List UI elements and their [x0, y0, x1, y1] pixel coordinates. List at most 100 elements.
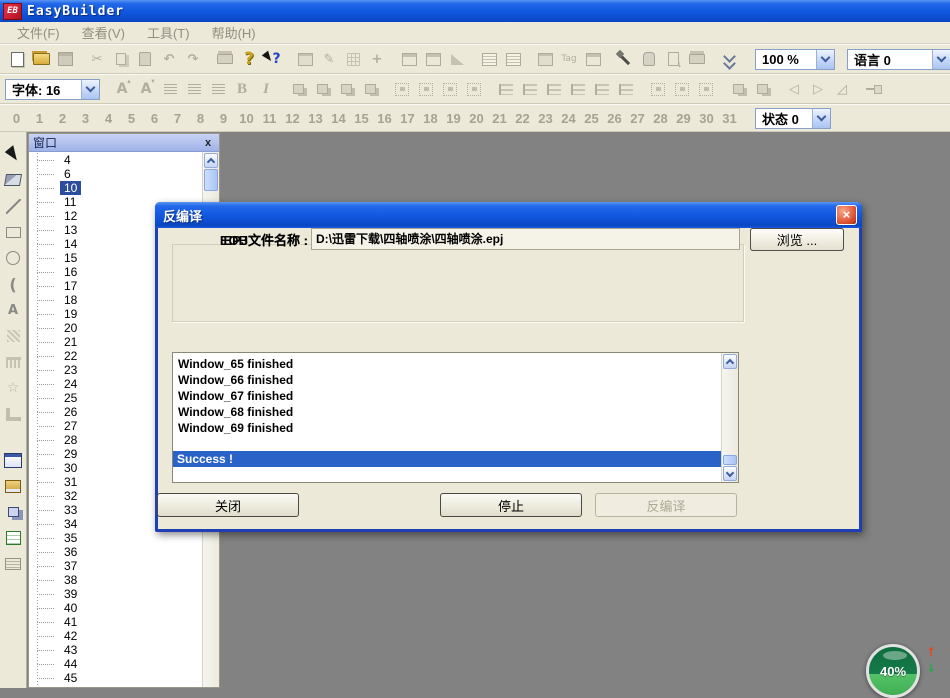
separator[interactable]	[525, 48, 533, 70]
redo-icon[interactable]: ↷	[181, 48, 205, 70]
pin-icon[interactable]	[862, 78, 886, 100]
panel-close-icon[interactable]: x	[201, 137, 215, 149]
rotate-icon[interactable]: ◿	[830, 78, 854, 100]
state-number[interactable]: 7	[166, 111, 189, 126]
state-number[interactable]: 17	[396, 111, 419, 126]
arc-tool[interactable]: (	[3, 274, 24, 294]
menu-tools[interactable]: 工具(T)	[136, 22, 201, 43]
log-scrollbar[interactable]	[721, 353, 738, 482]
font-combo-arrow[interactable]	[81, 80, 99, 99]
cut-icon[interactable]: ✂	[85, 48, 109, 70]
state-number[interactable]: 8	[189, 111, 212, 126]
bold-icon[interactable]: B	[230, 78, 254, 100]
pen-icon[interactable]: ✎	[317, 48, 341, 70]
group-icon[interactable]	[726, 78, 750, 100]
send-backward-icon[interactable]	[358, 78, 382, 100]
nudge-up-icon[interactable]	[390, 78, 414, 100]
scrollbar-thumb[interactable]	[204, 169, 218, 191]
same-width-icon[interactable]	[646, 78, 670, 100]
state-number[interactable]: 25	[580, 111, 603, 126]
window-list-item[interactable]: 42	[29, 629, 202, 643]
separator[interactable]	[774, 78, 782, 100]
separator[interactable]	[389, 48, 397, 70]
grid-icon[interactable]	[341, 48, 365, 70]
copy-icon[interactable]	[109, 48, 133, 70]
context-help-icon[interactable]: ?	[261, 48, 285, 70]
separator[interactable]	[605, 48, 613, 70]
scroll-up-icon[interactable]	[204, 153, 218, 168]
corner-tool[interactable]	[3, 404, 24, 424]
export-tool[interactable]	[3, 554, 24, 574]
memo-tool[interactable]	[3, 528, 24, 548]
window-open-tool[interactable]	[3, 476, 24, 496]
dither-tool[interactable]	[3, 326, 24, 346]
text-align-center-icon[interactable]	[182, 78, 206, 100]
window-list-item[interactable]: 4	[29, 153, 202, 167]
same-height-icon[interactable]	[670, 78, 694, 100]
align-right-icon[interactable]	[542, 78, 566, 100]
open-icon[interactable]	[29, 48, 53, 70]
dialog-titlebar[interactable]: 反编译 ×	[155, 202, 862, 228]
separator[interactable]	[854, 78, 862, 100]
text-align-left-icon[interactable]	[158, 78, 182, 100]
state-number[interactable]: 6	[143, 111, 166, 126]
ruler-icon[interactable]	[445, 48, 469, 70]
file-name-field[interactable]: D:\迅雷下载\四轴喷涂\四轴喷涂.epj	[311, 228, 740, 250]
state-number[interactable]: 10	[235, 111, 258, 126]
rectangle-tool[interactable]	[3, 222, 24, 242]
window-list-item[interactable]: 37	[29, 559, 202, 573]
state-number[interactable]: 1	[28, 111, 51, 126]
state-number[interactable]: 0	[5, 111, 28, 126]
system-settings-icon[interactable]	[685, 48, 709, 70]
text-tool[interactable]: A	[3, 300, 24, 320]
language-combo[interactable]: 语言 0	[847, 49, 950, 70]
flip-vertical-icon[interactable]: ◁	[782, 78, 806, 100]
state-combo[interactable]: 状态 0	[755, 108, 831, 129]
window-copy-tool[interactable]	[3, 450, 24, 470]
log-scroll-up-icon[interactable]	[723, 354, 737, 369]
undo-icon[interactable]: ↶	[157, 48, 181, 70]
separator[interactable]	[709, 48, 717, 70]
properties-icon[interactable]	[581, 48, 605, 70]
stop-button[interactable]: 停止	[440, 493, 582, 517]
state-number[interactable]: 29	[672, 111, 695, 126]
compile-icon[interactable]	[613, 48, 637, 70]
state-number[interactable]: 2	[51, 111, 74, 126]
window-itemlist-icon[interactable]	[501, 48, 525, 70]
save-icon[interactable]	[53, 48, 77, 70]
state-number[interactable]: 26	[603, 111, 626, 126]
log-result-row[interactable]: Success !	[173, 451, 721, 467]
separator[interactable]	[469, 48, 477, 70]
same-size-icon[interactable]	[694, 78, 718, 100]
ellipse-tool[interactable]	[3, 248, 24, 268]
text-align-right-icon[interactable]	[206, 78, 230, 100]
flip-horizontal-icon[interactable]: ▷	[806, 78, 830, 100]
state-number[interactable]: 27	[626, 111, 649, 126]
window-list-item[interactable]: 36	[29, 545, 202, 559]
menu-view[interactable]: 查看(V)	[71, 22, 136, 43]
window-list-item[interactable]: 45	[29, 671, 202, 685]
window-list-item[interactable]: 44	[29, 657, 202, 671]
state-number[interactable]: 31	[718, 111, 741, 126]
log-scroll-down-icon[interactable]	[723, 466, 737, 481]
state-combo-arrow[interactable]	[812, 109, 830, 128]
language-combo-arrow[interactable]	[932, 50, 950, 69]
separator[interactable]	[278, 78, 286, 100]
window-panel-header[interactable]: 窗口 x	[29, 134, 219, 152]
object-browser-icon[interactable]	[533, 48, 557, 70]
new-icon[interactable]	[5, 48, 29, 70]
font-increase-icon[interactable]: A	[110, 78, 134, 100]
separator[interactable]	[205, 48, 213, 70]
print-icon[interactable]	[213, 48, 237, 70]
align-top-icon[interactable]	[566, 78, 590, 100]
state-number[interactable]: 12	[281, 111, 304, 126]
zoom-combo-arrow[interactable]	[816, 50, 834, 69]
align-bottom-icon[interactable]	[614, 78, 638, 100]
state-number[interactable]: 13	[304, 111, 327, 126]
log-list[interactable]: Window_65 finishedWindow_66 finishedWind…	[172, 352, 739, 483]
state-number[interactable]: 24	[557, 111, 580, 126]
state-number[interactable]: 9	[212, 111, 235, 126]
simulate-icon[interactable]	[637, 48, 661, 70]
window-list-item[interactable]: 39	[29, 587, 202, 601]
send-to-back-icon[interactable]	[310, 78, 334, 100]
